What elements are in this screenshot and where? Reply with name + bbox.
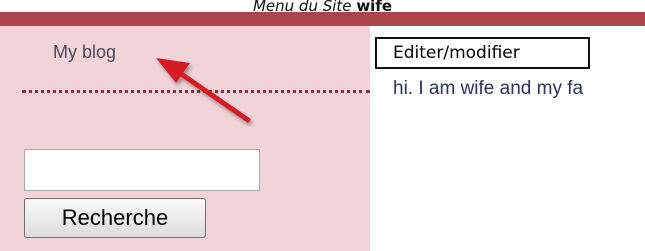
header-bar xyxy=(0,12,645,26)
search-button[interactable]: Recherche xyxy=(24,198,206,238)
edit-button[interactable]: Editer/modifier xyxy=(375,37,590,69)
sidebar-edge xyxy=(348,26,370,251)
caption-site-name: wife xyxy=(356,0,393,12)
search-input[interactable] xyxy=(24,149,260,191)
site-menu-caption: Menu du Site wife xyxy=(0,0,645,12)
post-text: hi. I am wife and my fa xyxy=(393,78,584,99)
caption-lead-text: Menu du Site xyxy=(252,0,352,12)
sidebar-link-my-blog[interactable]: My blog xyxy=(53,42,116,63)
annotation-arrow-icon xyxy=(156,58,251,123)
